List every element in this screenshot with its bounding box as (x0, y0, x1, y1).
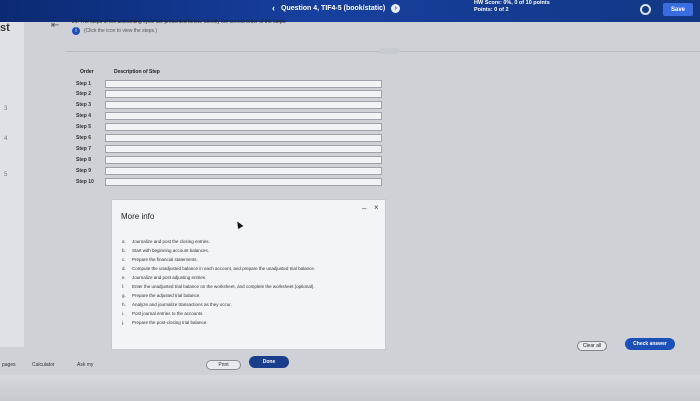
step-3-input[interactable] (105, 101, 382, 109)
order-header: Order (80, 69, 94, 75)
question-nav-label: Question 4, TIF4-5 (book/static) (281, 4, 386, 12)
step-label: Step 10 (76, 179, 94, 185)
minimize-icon[interactable]: – (362, 204, 366, 213)
step-label: Step 9 (76, 168, 92, 174)
info-list-item: h. Analyze and journalize transactions as… (122, 302, 232, 307)
info-list-item: e. Journalize and post adjusting entries. (122, 275, 207, 280)
step-label: Step 7 (76, 146, 92, 152)
info-list-item: f. Enter the unadjusted trial balance on … (122, 284, 315, 289)
info-list-item: c. Prepare the financial statements. (122, 257, 198, 262)
step-5-input[interactable] (105, 123, 382, 131)
step-10-input[interactable] (105, 178, 382, 186)
question-text: 21. The steps of the accounting cycle ar… (72, 19, 287, 25)
hw-score-text: HW Score: 0%, 0 of 10 points (474, 0, 550, 6)
step-label: Step 2 (76, 91, 92, 97)
sidebar-item[interactable]: 3 (4, 106, 7, 112)
step-label: Step 6 (76, 135, 92, 141)
check-answer-button[interactable]: Check answer (625, 338, 675, 350)
question-navigator[interactable]: ‹ Question 4, TIF4-5 (book/static) › (272, 3, 401, 13)
info-list-item: d. Compute the unadjusted balance in each… (122, 266, 316, 271)
hint-row[interactable]: i (Click the icon to view the steps.) (72, 27, 157, 35)
step-1-input[interactable] (105, 80, 382, 88)
collapse-sidebar-icon[interactable]: ⇤ (51, 20, 59, 31)
clear-all-button[interactable]: Clear all (577, 341, 607, 351)
pages-link[interactable]: pages (2, 362, 16, 368)
prev-question-icon[interactable]: ‹ (272, 3, 275, 13)
step-6-input[interactable] (105, 134, 382, 142)
step-label: Step 5 (76, 124, 92, 130)
step-7-input[interactable] (105, 145, 382, 153)
screen-bezel (0, 375, 700, 401)
dialog-title: More info (121, 212, 155, 221)
hw-score: HW Score: 0%, 0 of 10 points Points: 0 o… (474, 0, 550, 14)
settings-gear-icon[interactable] (640, 4, 651, 15)
step-label: Step 1 (76, 81, 92, 87)
info-list-item: a. Journalize and post the closing entrie… (122, 239, 210, 244)
done-button[interactable]: Done (249, 356, 289, 368)
step-label: Step 8 (76, 157, 92, 163)
hint-text: (Click the icon to view the steps.) (84, 28, 158, 34)
info-list-item: g. Prepare the adjusted trial balance. (122, 293, 201, 298)
calculator-link[interactable]: Calculator (32, 362, 55, 368)
info-list-item: i. Post journal entries to the accounts. (122, 311, 204, 316)
description-header: Description of Step (114, 69, 160, 75)
save-button[interactable]: Save (663, 3, 693, 16)
step-8-input[interactable] (105, 156, 382, 164)
print-button[interactable]: Print (206, 360, 241, 370)
sidebar-item[interactable]: 4 (4, 136, 7, 142)
step-label: Step 4 (76, 113, 92, 119)
bottom-toolbar: pages Calculator Ask my (0, 355, 200, 375)
points-text: Points: 0 of 2 (474, 7, 509, 13)
sidebar-item[interactable]: 5 (4, 172, 7, 178)
step-4-input[interactable] (105, 112, 382, 120)
divider-handle[interactable] (378, 48, 400, 54)
step-2-input[interactable] (105, 90, 382, 98)
info-icon[interactable]: i (72, 27, 80, 35)
step-9-input[interactable] (105, 167, 382, 175)
ask-my-instructor-link[interactable]: Ask my (77, 362, 93, 368)
info-list-item: b. Start with beginning account balances. (122, 248, 210, 253)
more-info-dialog: More info – × a. Journalize and post the … (111, 199, 386, 350)
close-icon[interactable]: × (374, 203, 379, 212)
step-label: Step 3 (76, 102, 92, 108)
sidebar-title: st (0, 22, 10, 34)
info-list-item: j. Prepare the post-closing trial balance… (122, 320, 208, 325)
next-question-icon[interactable]: › (391, 3, 401, 13)
left-sidebar: st 3 4 5 (0, 22, 24, 347)
